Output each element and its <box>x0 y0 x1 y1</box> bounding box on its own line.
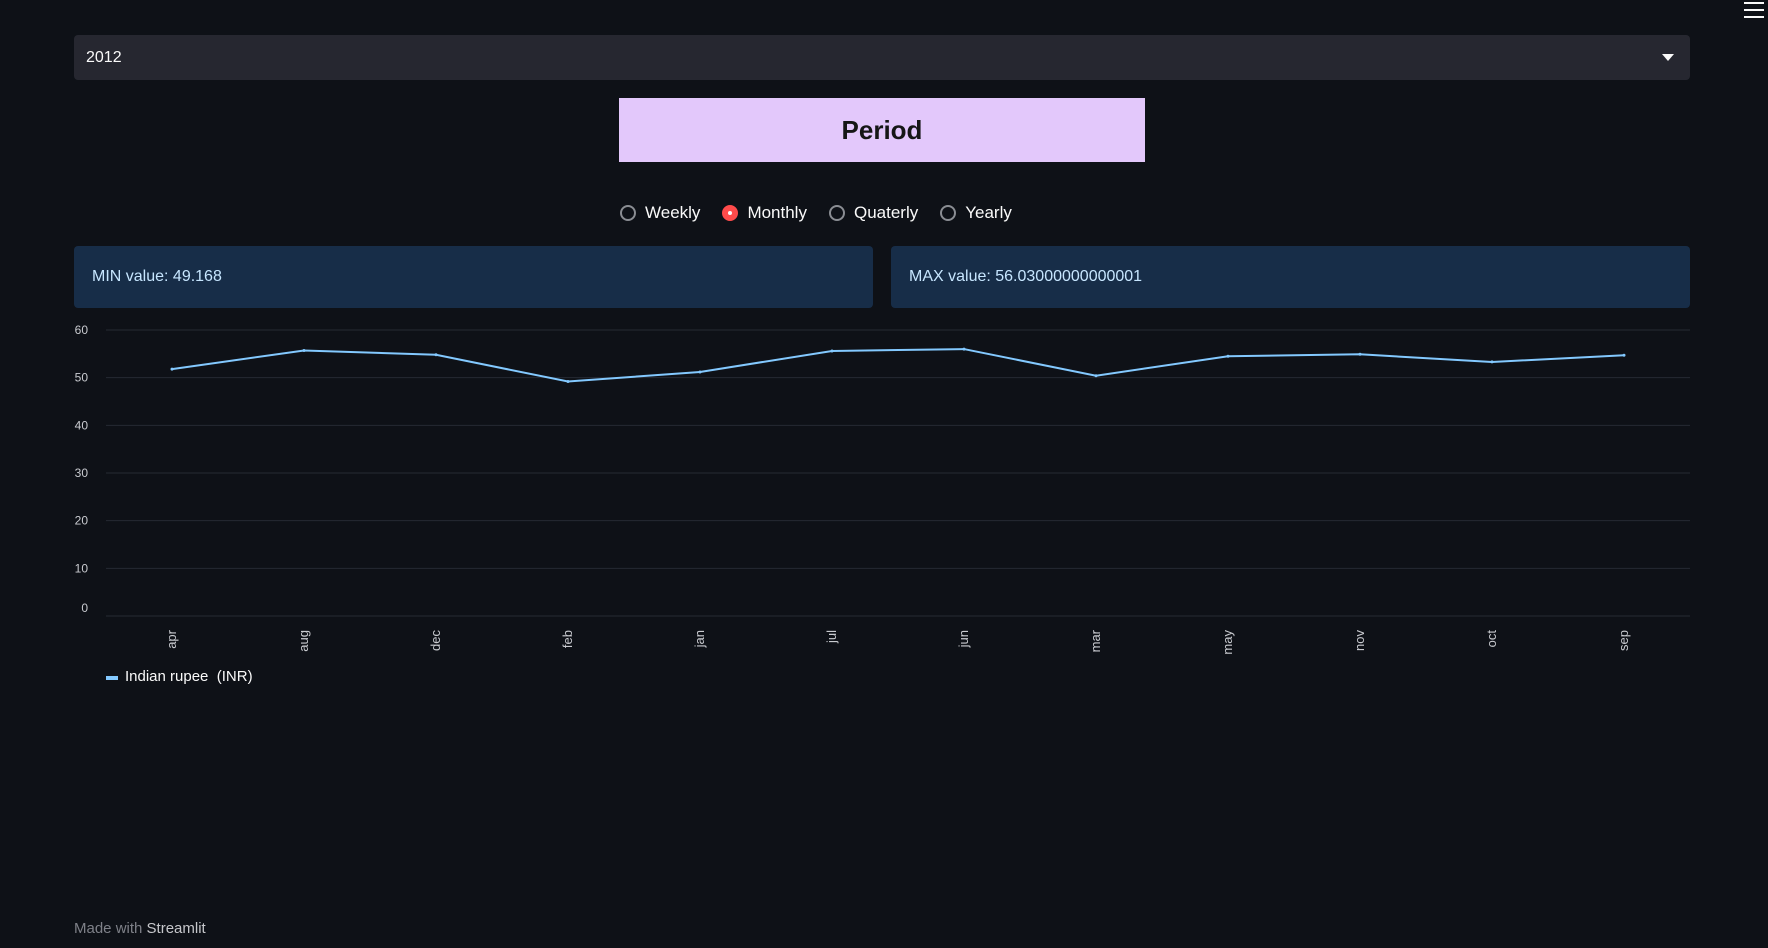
radio-circle-icon[interactable] <box>722 205 739 221</box>
data-point <box>434 353 438 357</box>
radio-quaterly[interactable]: Quaterly <box>828 203 919 223</box>
y-tick-label: 40 <box>75 418 89 432</box>
y-tick-label: 20 <box>75 514 89 528</box>
min-value-text: MIN value: 49.168 <box>92 268 222 285</box>
year-select[interactable]: 2012 <box>74 35 1690 80</box>
x-tick-label: dec <box>428 630 443 651</box>
line-chart-svg: 60 50 40 30 20 10 0 apr aug dec feb jan jul jun mar may… <box>75 323 1690 685</box>
data-point <box>962 347 966 351</box>
radio-weekly[interactable]: Weekly <box>620 203 700 223</box>
x-tick-label: feb <box>560 630 575 648</box>
x-tick-label: apr <box>164 629 179 648</box>
max-value-text: MAX value: 56.03000000000001 <box>909 268 1143 285</box>
radio-circle-icon[interactable] <box>828 205 845 221</box>
legend-swatch <box>106 676 118 680</box>
data-point <box>1094 374 1098 378</box>
radio-yearly[interactable]: Yearly <box>940 203 1012 223</box>
data-point <box>1226 354 1230 358</box>
radio-monthly[interactable]: Monthly <box>722 203 807 223</box>
data-point <box>698 370 702 374</box>
footer-prefix: Made with <box>74 920 147 937</box>
hamburger-menu-icon[interactable] <box>1744 2 1764 18</box>
data-point <box>1358 352 1362 356</box>
y-tick-label: 0 <box>81 601 88 615</box>
data-point <box>170 367 174 371</box>
footer: Made with Streamlit <box>74 920 206 937</box>
radio-label: Yearly <box>965 203 1012 222</box>
period-radio-group: Weekly Monthly Quaterly Yearly <box>620 200 1034 226</box>
radio-label: Monthly <box>747 203 807 222</box>
data-point <box>1622 353 1626 357</box>
data-point <box>1490 360 1494 364</box>
y-tick-label: 10 <box>75 561 89 575</box>
radio-circle-icon[interactable] <box>940 205 957 221</box>
data-point <box>830 349 834 353</box>
period-title: Period <box>841 114 923 145</box>
y-tick-label: 30 <box>75 466 89 480</box>
x-tick-label: sep <box>1616 630 1631 651</box>
x-tick-label: jan <box>692 630 707 648</box>
radio-circle-icon[interactable] <box>620 205 636 221</box>
year-select-value: 2012 <box>86 48 122 66</box>
min-value-box: MIN value: 49.168 <box>74 246 873 308</box>
x-tick-label: nov <box>1352 630 1367 651</box>
max-value-box: MAX value: 56.03000000000001 <box>891 246 1690 308</box>
x-tick-label: aug <box>296 630 311 652</box>
radio-label: Weekly <box>645 203 701 222</box>
y-tick-label: 50 <box>75 371 89 385</box>
data-point <box>566 379 570 383</box>
x-tick-label: mar <box>1088 629 1103 652</box>
footer-brand-link[interactable]: Streamlit <box>147 920 206 937</box>
x-tick-label: jun <box>956 630 971 648</box>
period-heading-box: Period <box>619 98 1145 162</box>
x-tick-label: oct <box>1484 630 1499 648</box>
legend: Indian rupee (INR) <box>106 668 253 685</box>
legend-label: Indian rupee (INR) <box>125 668 253 685</box>
x-tick-label: may <box>1220 630 1235 655</box>
app-page: 2012 Period Weekly Monthly Quaterly Year… <box>0 0 1768 948</box>
line-chart[interactable]: 60 50 40 30 20 10 0 apr aug dec feb jan jul jun mar may… <box>60 320 1700 690</box>
chevron-down-icon <box>1662 54 1674 61</box>
radio-label: Quaterly <box>853 203 919 222</box>
y-tick-label: 60 <box>75 323 89 337</box>
x-tick-label: jul <box>824 630 839 644</box>
data-point <box>302 348 306 352</box>
series-line <box>171 348 1625 383</box>
